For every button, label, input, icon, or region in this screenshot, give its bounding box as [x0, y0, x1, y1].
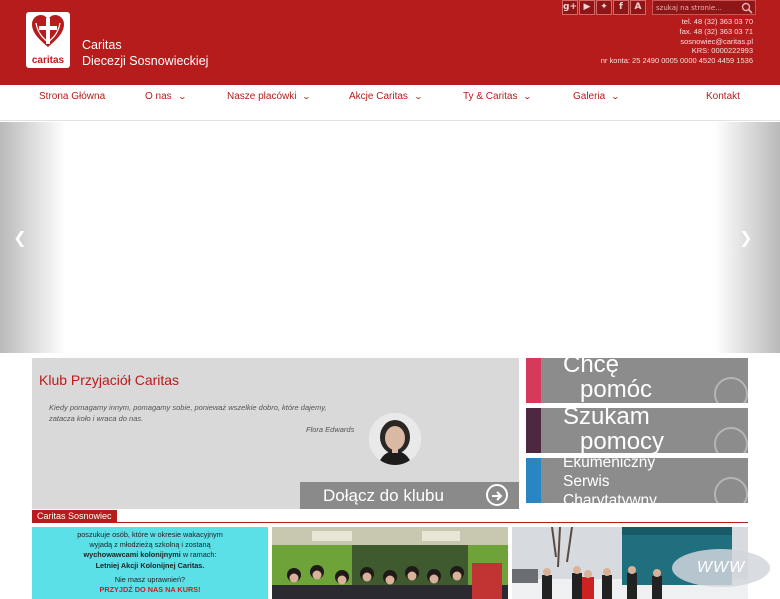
twitter-icon[interactable]: ✦ [596, 0, 612, 15]
org-name-line2: Diecezji Sosnowieckiej [82, 54, 209, 68]
facebook-icon[interactable]: f [613, 0, 629, 15]
search-input[interactable] [656, 2, 738, 14]
arrow-right-circle-icon [714, 477, 748, 503]
news-card-colonies[interactable]: poszukuje osób, które w okresie wakacyjn… [32, 527, 268, 599]
chevron-left-icon[interactable]: ❮ [10, 227, 30, 249]
chevron-right-icon[interactable]: ❯ [736, 227, 756, 249]
caritas-logo[interactable]: caritas [26, 12, 70, 68]
text-line: Letniej Akcji Kolonijnej Caritas. [95, 560, 205, 570]
tile-line: Serwis [563, 473, 610, 490]
nav-item-you-and-caritas[interactable]: Ty & Caritas ⌄ [463, 85, 533, 121]
nav-item-contact[interactable]: Kontakt [706, 85, 740, 121]
club-quote: Kiedy pomagamy innym, pomagamy sobie, po… [49, 403, 327, 423]
news-divider [32, 522, 748, 523]
tile-need-help[interactable]: Szukam pomocy [526, 408, 748, 453]
author-avatar [369, 413, 421, 465]
text-line: Nie masz uprawnień? [114, 574, 186, 584]
tile-line: pomocy [580, 428, 665, 454]
main-nav: Strona Główna O nas ⌄ Nasze placówki ⌄ Akc… [0, 85, 780, 121]
hero-slider: ❮ ❯ [0, 122, 780, 353]
tile-want-to-help[interactable]: Chcę pomóc [526, 358, 748, 403]
text-line: wychowawcami kolonijnymi w ramach: [32, 550, 268, 560]
nav-item-actions[interactable]: Akcje Caritas ⌄ [349, 85, 423, 121]
contact-krs: KRS: 0000222993 [691, 46, 753, 56]
group-photo [272, 527, 508, 599]
search-box [652, 0, 756, 15]
avatar-photo [369, 413, 421, 465]
nav-label: Nasze placówki [227, 91, 297, 102]
nav-label: Kontakt [706, 91, 740, 102]
tile-ecumenical-service[interactable]: Ekumeniczny Serwis Charytatywny [526, 458, 748, 503]
org-name[interactable]: Caritas Diecezji Sosnowieckiej [82, 37, 208, 69]
contact-email[interactable]: sosnowiec@caritas.pl [601, 37, 753, 47]
chevron-down-icon: ⌄ [413, 92, 423, 101]
join-club-label: Dołącz do klubu [323, 486, 444, 505]
tile-line: Charytatywny [563, 492, 657, 503]
chevron-down-icon: ⌄ [177, 92, 187, 101]
tile-color-strip [526, 358, 541, 403]
text-line: wyjadą z młodzieżą szkolną i zostaną [89, 540, 211, 550]
club-quote-author: Flora Edwards [306, 425, 355, 434]
arrow-right-circle-icon [714, 377, 748, 403]
chevron-down-icon: ⌄ [302, 92, 312, 101]
contact-tel: tel. 48 (32) 363 03 70 [681, 17, 753, 26]
youtube-icon[interactable]: ▶ [579, 0, 595, 15]
nav-item-home[interactable]: Strona Główna [39, 85, 105, 121]
contact-fax: fax. 48 (32) 363 03 71 [679, 26, 753, 36]
nav-item-gallery[interactable]: Galeria ⌄ [573, 85, 621, 121]
contact-account: nr konta: 25 2490 0005 0000 4520 4459 15… [600, 56, 753, 66]
nav-item-facilities[interactable]: Nasze placówki ⌄ [227, 85, 312, 121]
site-header: caritas Caritas Diecezji Sosnowieckiej g… [0, 0, 780, 85]
nav-label: Strona Główna [39, 91, 106, 102]
tile-line: pomóc [580, 376, 653, 403]
text-bold: wychowawcami kolonijnymi [83, 550, 181, 560]
logo-text: caritas [31, 55, 65, 66]
caritas-a-icon[interactable]: A [630, 0, 646, 15]
caritas-heart-icon [32, 15, 64, 47]
nav-item-about[interactable]: O nas ⌄ [145, 85, 187, 121]
tile-line: Chcę [563, 358, 620, 378]
contact-info: tel. 48 (32) 363 03 70 fax. 48 (32) 363 … [601, 17, 753, 66]
google-plus-icon[interactable]: g+ [562, 0, 578, 15]
tile-line: Ekumeniczny [563, 458, 656, 471]
nav-label: Ty & Caritas [463, 91, 518, 102]
org-name-line1: Caritas [82, 38, 122, 52]
text-line: PRZYJDŹ DO NAS NA KURS! [99, 585, 201, 595]
tile-color-strip [526, 458, 541, 503]
chevron-down-icon: ⌄ [523, 92, 533, 101]
www-badge[interactable]: WWW [672, 549, 770, 587]
club-panel: Klub Przyjaciół Caritas Kiedy pomagamy i… [32, 358, 519, 509]
tile-color-strip [526, 408, 541, 453]
text-line: poszukuje osób, które w okresie wakacyjn… [77, 530, 223, 539]
chevron-down-icon: ⌄ [610, 92, 621, 101]
text-span: w ramach: [180, 550, 217, 560]
social-links: g+ ▶ ✦ f A [562, 0, 646, 16]
nav-label: Galeria [573, 91, 606, 102]
club-title: Klub Przyjaciół Caritas [39, 372, 180, 388]
arrow-right-circle-icon [486, 484, 508, 506]
nav-label: Akcje Caritas [349, 91, 408, 102]
search-icon[interactable] [741, 2, 753, 14]
news-card-text: poszukuje osób, które w okresie wakacyjn… [32, 530, 268, 595]
join-club-button[interactable]: Dołącz do klubu [300, 482, 519, 509]
tile-line: Szukam [563, 408, 650, 430]
news-card-photo-group[interactable] [272, 527, 508, 599]
arrow-right-circle-icon [714, 427, 748, 453]
nav-label: O nas [145, 91, 172, 102]
